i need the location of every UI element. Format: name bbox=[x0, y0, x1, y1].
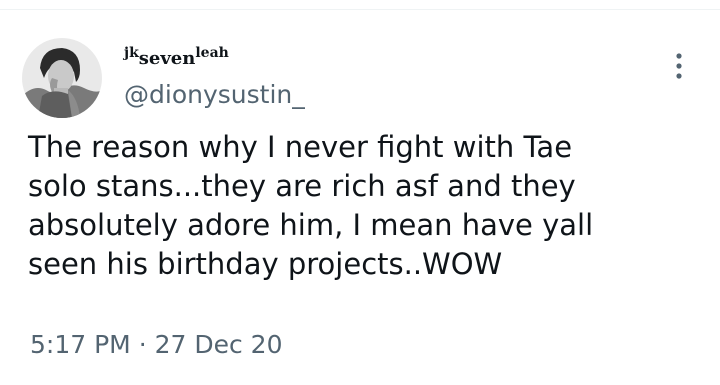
tweet-meta: 5:17 PM · 27 Dec 20 bbox=[30, 330, 283, 360]
user-handle[interactable]: @dionysustin_ bbox=[124, 80, 305, 110]
display-name-suffix: leah bbox=[195, 45, 229, 61]
avatar[interactable] bbox=[22, 38, 102, 118]
tweet-time[interactable]: 5:17 PM bbox=[30, 330, 131, 359]
profile-photo-icon bbox=[22, 38, 102, 118]
more-options-button[interactable] bbox=[664, 48, 694, 84]
meta-separator: · bbox=[138, 330, 147, 359]
display-name-prefix: jk bbox=[124, 45, 139, 61]
tweet-text: The reason why I never fight with Tae so… bbox=[28, 130, 594, 281]
display-name[interactable]: jksevenleah bbox=[124, 42, 229, 70]
tweet-date[interactable]: 27 Dec 20 bbox=[155, 330, 283, 359]
more-options-icon bbox=[676, 53, 682, 79]
top-divider bbox=[0, 0, 720, 10]
display-name-main: seven bbox=[138, 48, 196, 69]
